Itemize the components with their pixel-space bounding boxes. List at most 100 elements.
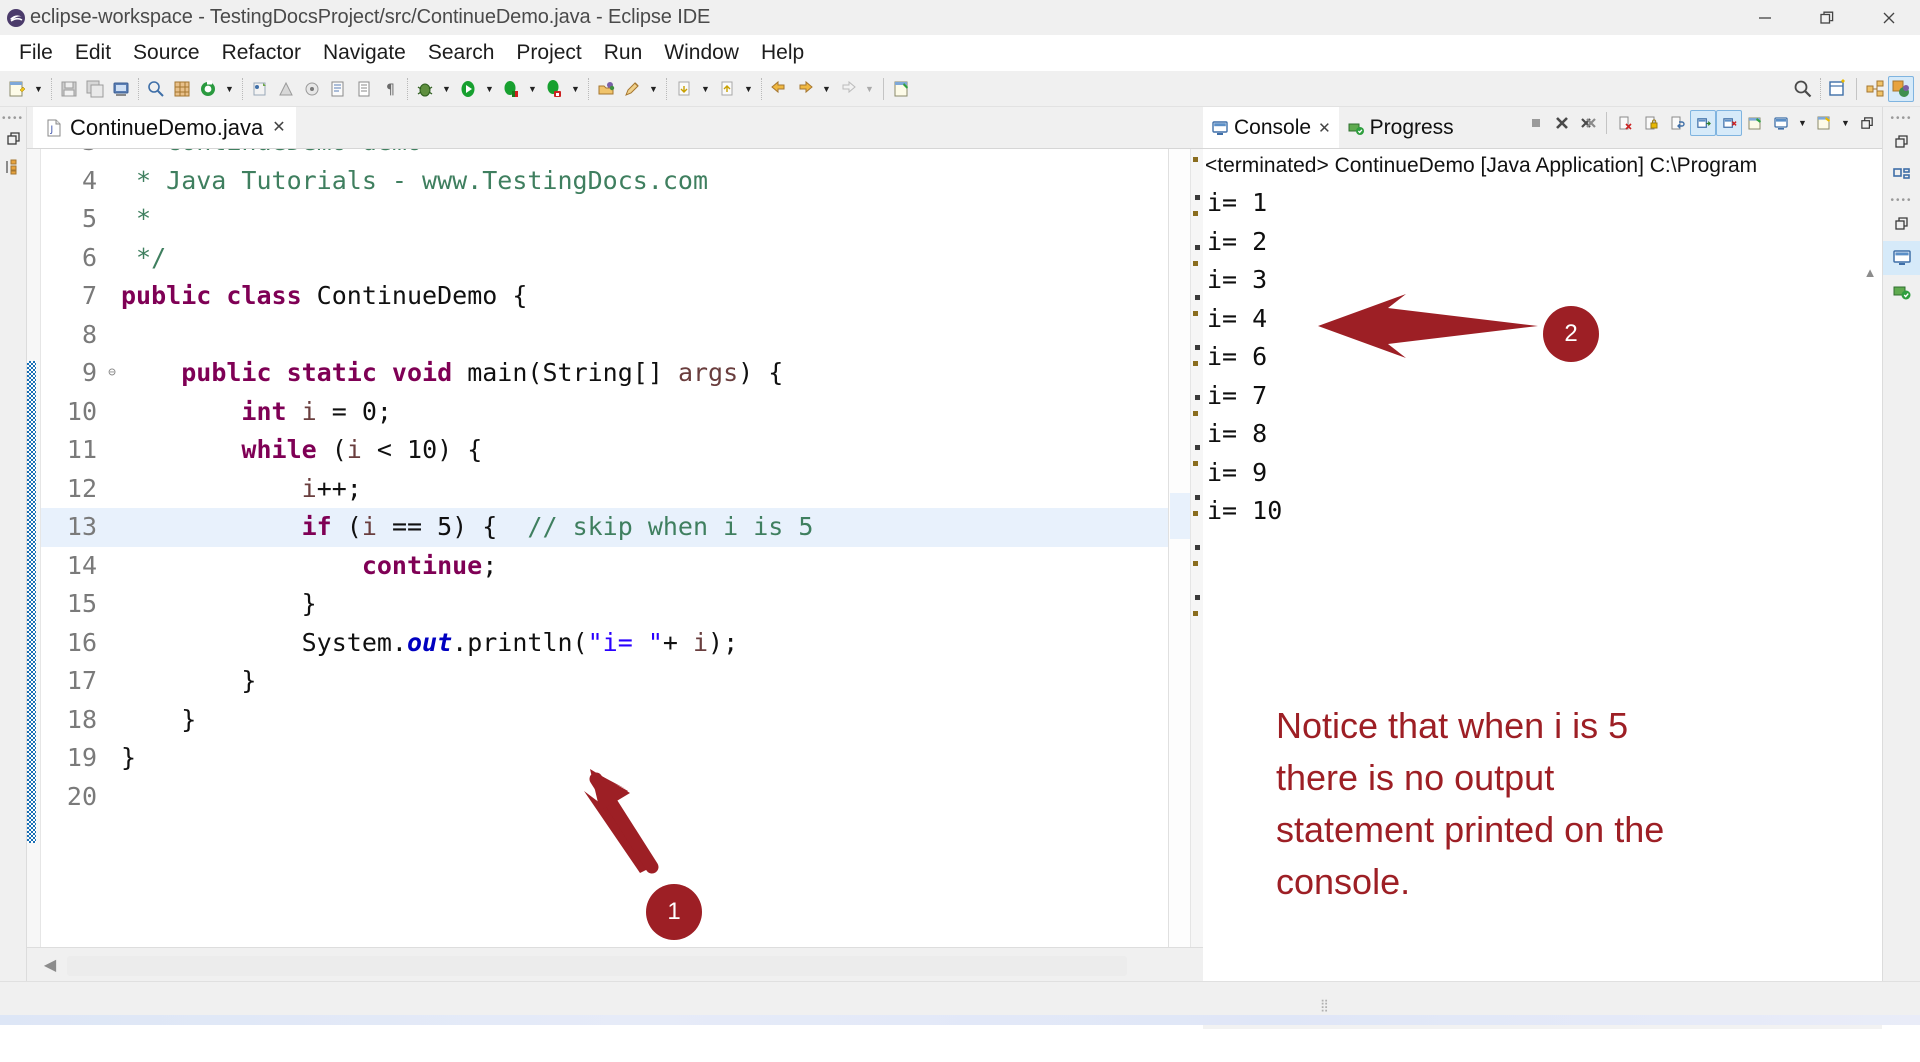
last-edit-location-icon[interactable] bbox=[889, 76, 915, 102]
code-line[interactable]: 18 } bbox=[41, 701, 1168, 740]
coverage-dropdown-icon[interactable]: ▼ bbox=[524, 76, 541, 102]
code-line[interactable]: 12 i++; bbox=[41, 470, 1168, 509]
debug-dropdown-icon[interactable]: ▼ bbox=[438, 76, 455, 102]
open-type-icon[interactable] bbox=[325, 76, 351, 102]
build-all-icon[interactable] bbox=[169, 76, 195, 102]
close-icon[interactable]: ✕ bbox=[1318, 119, 1331, 137]
code-line[interactable]: 5 * bbox=[41, 200, 1168, 239]
debug-icon[interactable] bbox=[412, 76, 438, 102]
menu-source[interactable]: Source bbox=[122, 37, 211, 69]
java-perspective-icon[interactable] bbox=[1888, 75, 1914, 102]
code-scroll-area[interactable]: 3 * ContinueDemo demo4 * Java Tutorials … bbox=[41, 149, 1168, 986]
scroll-up-arrow-icon[interactable]: ▲ bbox=[1860, 262, 1880, 282]
toggle-mark-occurrences-icon[interactable]: ¶ bbox=[377, 76, 403, 102]
new-class-icon[interactable] bbox=[299, 76, 325, 102]
display-console-dropdown-icon[interactable]: ▼ bbox=[1794, 110, 1811, 136]
progress-view-icon[interactable] bbox=[1883, 275, 1920, 309]
menu-search[interactable]: Search bbox=[417, 37, 506, 69]
java-perspective-icon[interactable] bbox=[1883, 159, 1920, 193]
forward-icon[interactable] bbox=[792, 76, 818, 102]
menu-file[interactable]: File bbox=[8, 37, 64, 69]
code-line[interactable]: 13 if (i == 5) { // skip when i is 5 bbox=[41, 508, 1168, 547]
fold-collapse-icon[interactable]: ⊖ bbox=[103, 354, 121, 393]
new-window-icon[interactable] bbox=[1825, 76, 1851, 102]
overview-thumb[interactable] bbox=[1170, 493, 1191, 539]
code-line[interactable]: 16 System.out.println("i= "+ i); bbox=[41, 624, 1168, 663]
code-line[interactable]: 6 */ bbox=[41, 239, 1168, 278]
pencil-icon[interactable] bbox=[619, 76, 645, 102]
minimize-icon[interactable] bbox=[1883, 207, 1920, 241]
restore-icon[interactable] bbox=[0, 125, 27, 153]
code-line[interactable]: 17 } bbox=[41, 662, 1168, 701]
refresh-dropdown-icon[interactable]: ▼ bbox=[221, 76, 238, 102]
next-annotation-dropdown-icon[interactable]: ▼ bbox=[697, 76, 714, 102]
new-wizard-icon[interactable] bbox=[4, 76, 30, 102]
previous-annotation-icon[interactable] bbox=[714, 76, 740, 102]
open-console-dropdown-icon[interactable]: ▼ bbox=[1837, 110, 1854, 136]
console-output-area[interactable]: i= 1 i= 2 i= 3 i= 4 i= 6 i= 7 i= 8 i= 9 … bbox=[1203, 182, 1882, 1062]
code-line[interactable]: 20 bbox=[41, 778, 1168, 817]
tab-progress[interactable]: Progress bbox=[1339, 107, 1462, 148]
console-view-icon[interactable] bbox=[1883, 241, 1920, 275]
restore-icon[interactable] bbox=[1883, 125, 1920, 159]
left-bar-handle[interactable]: •••• bbox=[0, 111, 26, 125]
console-vertical-scrollbar[interactable]: ▲ bbox=[1860, 262, 1880, 1042]
run-icon[interactable] bbox=[455, 76, 481, 102]
save-all-icon[interactable] bbox=[82, 76, 108, 102]
editor-hscroll-thumb[interactable] bbox=[67, 956, 1127, 976]
code-line[interactable]: 7 public class ContinueDemo { bbox=[41, 277, 1168, 316]
open-perspective-list-icon[interactable] bbox=[1862, 76, 1888, 102]
display-selected-console-icon[interactable] bbox=[1768, 110, 1794, 136]
code-line[interactable]: 11 while (i < 10) { bbox=[41, 431, 1168, 470]
quick-access-icon[interactable] bbox=[143, 76, 169, 102]
external-tools-icon[interactable] bbox=[541, 76, 567, 102]
code-line[interactable]: 10 int i = 0; bbox=[41, 393, 1168, 432]
close-icon[interactable]: ✕ bbox=[272, 119, 285, 136]
right-bar-handle-2[interactable]: •••• bbox=[1883, 193, 1920, 207]
right-bar-handle[interactable]: •••• bbox=[1883, 111, 1920, 125]
code-line[interactable]: 3 * ContinueDemo demo bbox=[41, 149, 1168, 162]
restore-button[interactable] bbox=[1796, 0, 1858, 35]
open-task-icon[interactable] bbox=[351, 76, 377, 102]
print-icon[interactable] bbox=[108, 76, 134, 102]
close-button[interactable] bbox=[1858, 0, 1920, 35]
minimize-button[interactable] bbox=[1734, 0, 1796, 35]
open-console-icon[interactable] bbox=[1811, 110, 1837, 136]
menu-run[interactable]: Run bbox=[593, 37, 654, 69]
code-editor[interactable]: 3 * ContinueDemo demo4 * Java Tutorials … bbox=[27, 148, 1203, 986]
menu-window[interactable]: Window bbox=[653, 37, 750, 69]
new-package-icon[interactable] bbox=[273, 76, 299, 102]
search-icon[interactable] bbox=[1790, 76, 1816, 102]
back-icon[interactable] bbox=[766, 76, 792, 102]
external-tools-dropdown-icon[interactable]: ▼ bbox=[567, 76, 584, 102]
new-java-project-icon[interactable] bbox=[247, 76, 273, 102]
editor-tab-continuedemo[interactable]: J ContinueDemo.java ✕ bbox=[33, 107, 296, 148]
scroll-lock-icon[interactable] bbox=[1638, 110, 1664, 136]
menu-navigate[interactable]: Navigate bbox=[312, 37, 417, 69]
pin-console-icon[interactable] bbox=[1742, 110, 1768, 136]
editor-marker-ruler[interactable] bbox=[27, 149, 41, 986]
remove-all-terminated-icon[interactable] bbox=[1575, 110, 1601, 136]
minimize-view-icon[interactable] bbox=[1854, 110, 1880, 136]
editor-overview-ruler[interactable] bbox=[1168, 149, 1203, 986]
open-perspective-icon[interactable] bbox=[593, 76, 619, 102]
refresh-icon[interactable] bbox=[195, 76, 221, 102]
tab-console[interactable]: Console ✕ bbox=[1203, 107, 1339, 148]
scroll-left-arrow-icon[interactable]: ◀ bbox=[41, 956, 59, 976]
show-console-on-error-icon[interactable] bbox=[1716, 110, 1742, 136]
remove-launch-icon[interactable] bbox=[1549, 110, 1575, 136]
menu-edit[interactable]: Edit bbox=[64, 37, 122, 69]
code-line[interactable]: 9 ⊖ public static void main(String[] args… bbox=[41, 354, 1168, 393]
pencil-dropdown-icon[interactable]: ▼ bbox=[645, 76, 662, 102]
code-line[interactable]: 8 bbox=[41, 316, 1168, 355]
previous-annotation-dropdown-icon[interactable]: ▼ bbox=[740, 76, 757, 102]
terminate-icon[interactable] bbox=[1523, 110, 1549, 136]
save-icon[interactable] bbox=[56, 76, 82, 102]
menu-project[interactable]: Project bbox=[505, 37, 592, 69]
show-console-on-output-icon[interactable] bbox=[1690, 110, 1716, 136]
back-dropdown-icon[interactable]: ▼ bbox=[818, 76, 835, 102]
menu-refactor[interactable]: Refactor bbox=[211, 37, 312, 69]
next-annotation-icon[interactable] bbox=[671, 76, 697, 102]
word-wrap-icon[interactable] bbox=[1664, 110, 1690, 136]
run-dropdown-icon[interactable]: ▼ bbox=[481, 76, 498, 102]
